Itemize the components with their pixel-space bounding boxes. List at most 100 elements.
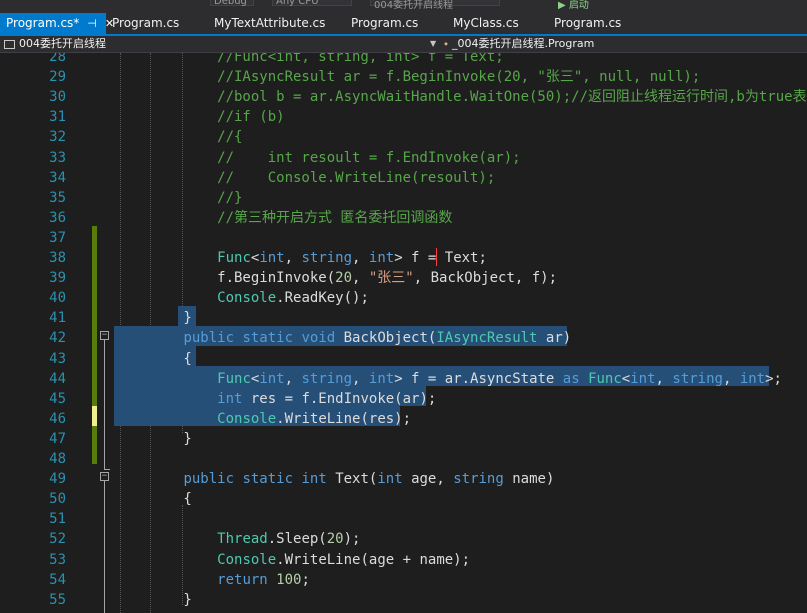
line-number: 34 [49,169,66,186]
platform-value: Any CPU [276,0,319,7]
line-number: 36 [49,209,66,226]
code-token: //if (b) [116,109,285,126]
code-line[interactable]: 55 } [0,590,807,610]
code-line[interactable]: 44 Func<int, string, int> f = ar.AsyncSt… [0,369,807,389]
code-line[interactable]: 54 return 100; [0,570,807,590]
line-number: 44 [49,370,66,387]
code-text: return 100; [116,570,310,590]
code-line[interactable]: 39 f.BeginInvoke(20, "张三", BackObject, f… [0,268,807,288]
code-text: public static void BackObject(IAsyncResu… [116,328,571,348]
code-line[interactable]: 30 //bool b = ar.AsyncWaitHandle.WaitOne… [0,87,807,107]
line-number: 53 [49,551,66,568]
line-number: 37 [49,229,66,246]
code-text: } [116,429,192,449]
code-token: ); [343,531,361,548]
code-text: // Console.WriteLine(resoult); [116,168,495,188]
document-tabs: Program.cs* ⊣ ✕ Program.cs MyTextAttribute… [0,13,807,36]
line-number: 48 [49,451,66,467]
code-line[interactable]: 38 Func<int, string, int> f = Text; [0,248,807,268]
code-token: , BackObject, f); [413,270,558,287]
code-text: Console.ReadKey(); [116,288,369,308]
code-token: } [116,430,192,447]
code-token: BackObject( [335,330,437,347]
code-line[interactable]: 28 //Func<int, string, int> f = Text; [0,53,807,67]
code-token: string [672,370,723,387]
line-number: 32 [49,129,66,146]
code-text: //bool b = ar.AsyncWaitHandle.WaitOne(50… [116,87,806,107]
tab-program-cs-3[interactable]: Program.cs [548,13,648,34]
code-token: 20 [326,531,344,548]
line-number: 33 [49,149,66,166]
code-token: .WriteLine(res); [276,410,412,427]
project-dropdown[interactable]: 004委托开启线程 ▼ [0,36,440,52]
code-line[interactable]: 32 //{ [0,127,807,147]
code-line[interactable]: 48 [0,449,807,469]
line-number: 54 [49,571,66,588]
code-token: Console [217,290,277,307]
code-token: void [301,330,336,347]
code-token: int [377,471,403,488]
line-number: 52 [49,531,66,548]
code-token: "张三" [368,270,414,287]
code-token: //} [116,189,243,206]
tab-mytextattribute-cs[interactable]: MyTextAttribute.cs [208,13,343,34]
code-line[interactable]: 50 { [0,489,807,509]
code-token: return [217,571,268,588]
code-line[interactable]: 42 public static void BackObject(IAsyncR… [0,328,807,348]
type-label: _004委托开启线程.Program [451,37,595,50]
tab-program-cs[interactable]: Program.cs [106,13,206,34]
code-token: string [301,250,353,266]
pin-icon[interactable]: ⊣ [87,13,97,34]
code-line[interactable]: 53 Console.WriteLine(age + name); [0,550,807,570]
code-line[interactable]: 41 } [0,308,807,328]
code-token: public [183,330,235,347]
type-dropdown[interactable]: ⬩ _004委托开启线程.Program [442,36,807,52]
line-number: 50 [49,491,66,508]
code-token: > f = Text; [394,250,487,266]
code-token: int [368,370,395,387]
tab-label: MyClass.cs [453,16,519,30]
tab-program-cs-2[interactable]: Program.cs [345,13,445,34]
code-line[interactable]: 36 //第三种开启方式 匿名委托回调函数 [0,208,807,228]
code-token: static [242,471,294,488]
code-token: Func [588,370,622,387]
code-line[interactable]: 51 [0,509,807,529]
code-line[interactable]: 47 } [0,429,807,449]
code-line[interactable]: 33 // int resoult = f.EndInvoke(ar); [0,148,807,168]
code-token: , [722,370,740,387]
code-line[interactable]: 43 { [0,349,807,369]
line-number: 41 [49,310,66,327]
code-token: int [259,370,285,387]
code-token: static [242,330,294,347]
line-number: 40 [49,290,66,307]
code-line[interactable]: 31 //if (b) [0,107,807,127]
tab-myclass-cs[interactable]: MyClass.cs [447,13,547,34]
code-line[interactable]: 46 Console.WriteLine(res); [0,409,807,429]
code-text: //} [116,188,242,208]
navigation-bar: 004委托开启线程 ▼ ⬩ _004委托开启线程.Program [0,36,807,53]
code-line[interactable]: 52 Thread.Sleep(20); [0,529,807,549]
code-text: Thread.Sleep(20); [116,529,360,549]
code-text: { [116,489,191,509]
tab-program-cs-active[interactable]: Program.cs* ⊣ ✕ [0,13,114,34]
code-line[interactable]: 35 //} [0,188,807,208]
start-button[interactable]: ▶ 启动 [558,0,589,11]
code-token: 20 [335,270,353,287]
code-line[interactable]: 45 int res = f.EndInvoke(ar); [0,389,807,409]
code-line[interactable]: 29 //IAsyncResult ar = f.BeginInvoke(20,… [0,67,807,87]
code-editor[interactable]: − − 28 //Func<int, string, int> f = Text… [0,53,807,613]
code-line[interactable]: 34 // Console.WriteLine(resoult); [0,168,807,188]
code-token: , [655,370,673,387]
code-line[interactable]: 49 public static int Text(int age, strin… [0,469,807,489]
code-token: .ReadKey(); [276,290,369,307]
code-token: name) [503,471,555,488]
code-line[interactable]: 37 [0,228,807,248]
code-line[interactable]: 40 Console.ReadKey(); [0,288,807,308]
configuration-value: Debug [214,0,247,7]
code-text: int res = f.EndInvoke(ar); [116,389,436,409]
